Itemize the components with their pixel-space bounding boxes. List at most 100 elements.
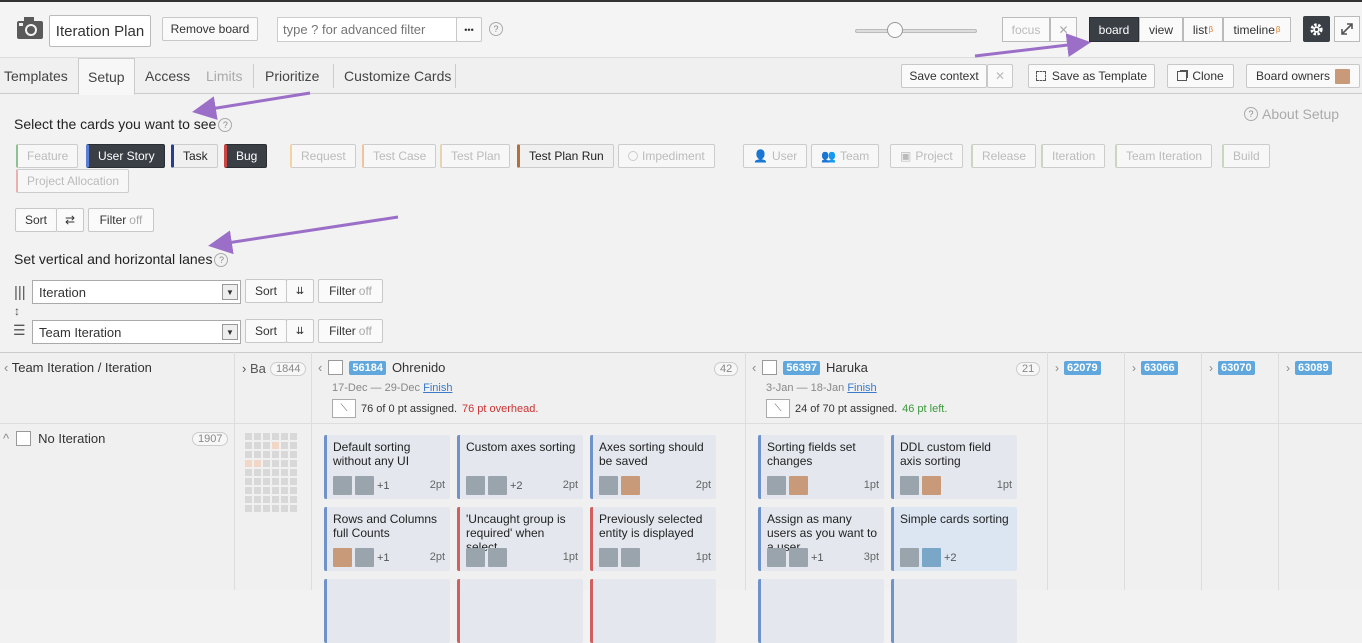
chevron-right-icon: ›: [1286, 361, 1290, 375]
card[interactable]: Assign as many users as you want to a us…: [758, 507, 884, 571]
lane-divider: [311, 352, 312, 590]
card[interactable]: [891, 579, 1017, 643]
card[interactable]: [590, 579, 716, 643]
avatar: [767, 548, 786, 567]
column-dates: 3-Jan — 18-Jan Finish: [766, 382, 877, 394]
lane-divider: [1124, 352, 1125, 590]
chevron-right-icon: ›: [1209, 361, 1213, 375]
corner-label-text: Team Iteration / Iteration: [11, 360, 152, 375]
burndown-icon[interactable]: ⟍: [332, 399, 356, 418]
avatar: [466, 476, 485, 495]
collapsed-column[interactable]: › 63089: [1286, 361, 1332, 375]
chevron-up-icon: ^: [3, 431, 10, 446]
card-title: Custom axes sorting: [466, 440, 576, 454]
lane-divider: [1278, 352, 1279, 590]
card-title: Previously selected entity is displayed: [599, 512, 703, 540]
avatar: [488, 476, 507, 495]
card-title: DDL custom field axis sorting: [900, 440, 991, 468]
backlog-minimap[interactable]: [244, 432, 304, 513]
column-id-badge[interactable]: 63089: [1295, 361, 1332, 375]
card-extra-users: +2: [510, 479, 523, 492]
card-extra-users: +1: [377, 551, 390, 564]
card-points: 1pt: [996, 479, 1012, 491]
row-checkbox[interactable]: [16, 431, 32, 446]
column-id-badge[interactable]: 56397: [783, 360, 820, 375]
avatar: [333, 548, 352, 567]
card[interactable]: Rows and Columns full Counts +1 2pt: [324, 507, 450, 571]
collapsed-column[interactable]: › 63070: [1209, 361, 1255, 375]
column-count: 21: [1016, 362, 1041, 376]
card-title: Sorting fields set changes: [767, 440, 856, 468]
column-dates: 17-Dec — 29-Dec Finish: [332, 382, 452, 394]
card-assignees: +2: [466, 476, 523, 495]
backlog-count: 1844: [270, 362, 307, 376]
column-capacity: ⟍ 24 of 70 pt assigned. 46 pt left.: [766, 399, 947, 418]
column-id-badge[interactable]: 63066: [1141, 361, 1178, 375]
card-extra-users: +1: [377, 479, 390, 492]
chevron-left-icon: ‹: [4, 360, 12, 375]
column-checkbox[interactable]: [328, 360, 344, 375]
avatar: [900, 548, 919, 567]
column-header-ohrenido[interactable]: ‹ 56184 Ohrenido: [318, 360, 445, 375]
chevron-left-icon: ‹: [318, 360, 323, 375]
column-header-haruka[interactable]: ‹ 56397 Haruka: [752, 360, 868, 375]
card-assignees: +2: [900, 548, 957, 567]
chevron-right-icon: ›: [1055, 361, 1059, 375]
card[interactable]: Previously selected entity is displayed 1…: [590, 507, 716, 571]
burndown-icon[interactable]: ⟍: [766, 399, 790, 418]
card-points: 1pt: [562, 551, 578, 563]
column-id-badge[interactable]: 56184: [349, 360, 386, 375]
avatar: [599, 548, 618, 567]
column-capacity: ⟍ 76 of 0 pt assigned. 76 pt overhead.: [332, 399, 538, 418]
lane-divider: [1047, 352, 1048, 590]
column-name: Ohrenido: [391, 360, 446, 375]
finish-link[interactable]: Finish: [847, 382, 876, 394]
collapsed-column[interactable]: › 63066: [1132, 361, 1178, 375]
card[interactable]: Default sorting without any UI +1 2pt: [324, 435, 450, 499]
card-assignees: [466, 548, 507, 567]
card-assignees: +1: [767, 548, 824, 567]
lane-divider: [745, 352, 746, 590]
card[interactable]: Sorting fields set changes 1pt: [758, 435, 884, 499]
capacity-note: 46 pt left.: [902, 402, 948, 415]
column-id-badge[interactable]: 63070: [1218, 361, 1255, 375]
card-points: 1pt: [695, 551, 711, 563]
dates-text: 17-Dec — 29-Dec: [332, 382, 421, 394]
card-extra-users: +1: [811, 551, 824, 564]
card[interactable]: Axes sorting should be saved 2pt: [590, 435, 716, 499]
chevron-left-icon: ‹: [752, 360, 757, 375]
row-header-no-iteration[interactable]: ^ No Iteration: [3, 431, 105, 446]
column-checkbox[interactable]: [762, 360, 778, 375]
card-points: 1pt: [863, 479, 879, 491]
card-title: Default sorting without any UI: [333, 440, 411, 468]
capacity-assigned: 24 of 70 pt assigned.: [795, 402, 898, 415]
column-id-badge[interactable]: 62079: [1064, 361, 1101, 375]
card-assignees: +1: [333, 548, 390, 567]
card-assignees: [599, 548, 640, 567]
card-points: 2pt: [429, 551, 445, 563]
card-extra-users: +2: [944, 551, 957, 564]
card-points: 2pt: [562, 479, 578, 491]
card[interactable]: [324, 579, 450, 643]
card-assignees: +1: [333, 476, 390, 495]
avatar: [466, 548, 485, 567]
avatar: [789, 476, 808, 495]
corner-label[interactable]: ‹ Team Iteration / Iteration: [4, 360, 152, 375]
card-title: Simple cards sorting: [900, 512, 1009, 526]
avatar: [488, 548, 507, 567]
card-points: 2pt: [429, 479, 445, 491]
avatar: [599, 476, 618, 495]
card[interactable]: [457, 579, 583, 643]
avatar: [922, 548, 941, 567]
annotation-arrows: [192, 33, 1091, 255]
card[interactable]: DDL custom field axis sorting 1pt: [891, 435, 1017, 499]
card[interactable]: Simple cards sorting +2: [891, 507, 1017, 571]
card[interactable]: Custom axes sorting +2 2pt: [457, 435, 583, 499]
card[interactable]: 'Uncaught group is required' when select…: [457, 507, 583, 571]
card[interactable]: [758, 579, 884, 643]
finish-link[interactable]: Finish: [423, 382, 452, 394]
avatar: [789, 548, 808, 567]
chevron-right-icon: ›: [242, 361, 250, 376]
collapsed-column[interactable]: › 62079: [1055, 361, 1101, 375]
backlog-header[interactable]: › Ba: [242, 361, 266, 376]
